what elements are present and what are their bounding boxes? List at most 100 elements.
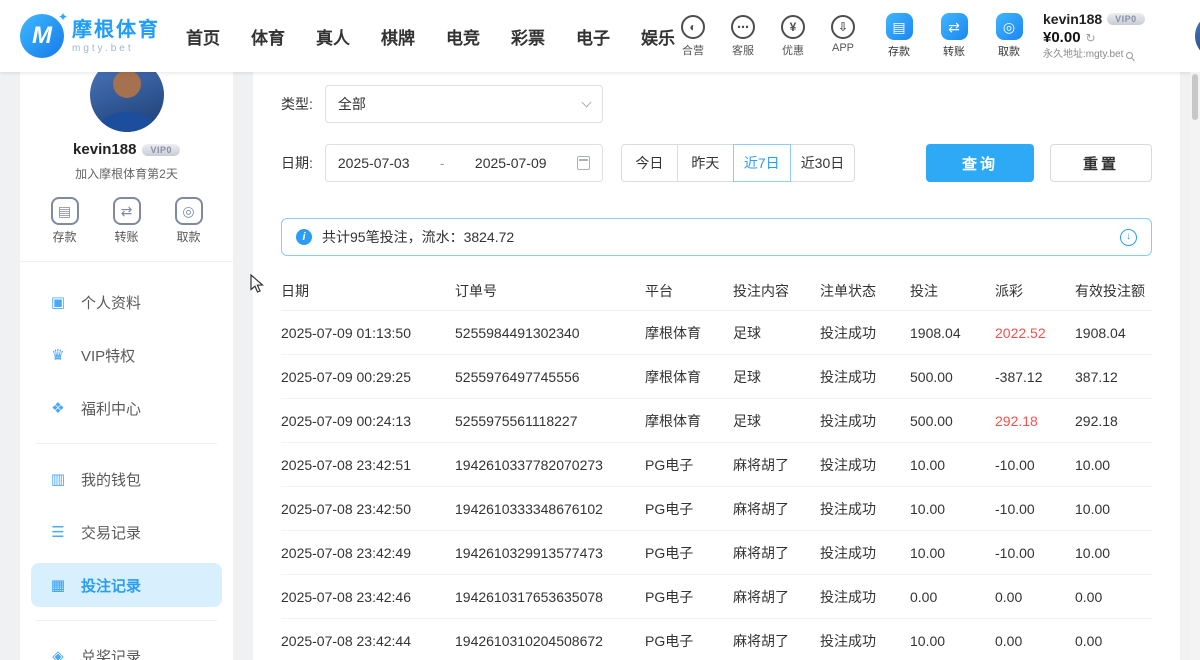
nav-item-8[interactable]: 娱乐 — [641, 24, 675, 49]
vip-badge: VIP0 — [1107, 13, 1145, 26]
reset-button[interactable]: 重置 — [1050, 144, 1152, 182]
nav-item-7[interactable]: 电子 — [576, 24, 610, 49]
vip-icon: ♛ — [48, 348, 68, 363]
prize-icon: ◈ — [48, 649, 68, 660]
type-filter-row: 类型: 全部 — [281, 85, 1152, 123]
sidebar-item-profile[interactable]: ▣个人资料 — [31, 280, 222, 324]
type-select-value: 全部 — [338, 94, 366, 114]
nav-item-5[interactable]: 电竞 — [446, 24, 480, 49]
balance-line: ¥0.00 ↻ — [1043, 29, 1185, 47]
main-panel: 类型: 全部 日期: 2025-07-03 - 2025-07-09 今日昨天近… — [253, 72, 1180, 660]
refresh-balance-icon[interactable]: ↻ — [1086, 31, 1096, 45]
sidebar-wallet-actions: ▤存款 ⇄转账 ◎取款 — [20, 197, 233, 262]
info-icon: i — [296, 229, 312, 245]
table-row: 2025-07-08 23:42:511942610337782070273PG… — [281, 443, 1152, 487]
app-icon: ⇩ — [831, 15, 855, 39]
sidebar-item-vip[interactable]: ♛VIP特权 — [31, 333, 222, 377]
deposit-icon: ▤ — [51, 197, 79, 225]
quick-links: ◐合营 ⋯客服 ¥优惠 ⇩APP — [675, 15, 861, 58]
nav-item-6[interactable]: 彩票 — [511, 24, 545, 49]
nav-item-1[interactable]: 首页 — [186, 24, 220, 49]
calendar-icon — [577, 156, 590, 170]
sidebar: kevin188 VIP0 加入摩根体育第2天 ▤存款⇄转账◎取款 ▣个人资料♛… — [20, 72, 233, 660]
header-action-deposit[interactable]: ▤存款 — [881, 13, 917, 59]
logo-title: 摩根体育 — [72, 19, 160, 41]
permanent-address: 永久地址:mgty.bet — [1043, 49, 1123, 61]
table-header: 日期订单号平台投注内容注单状态投注派彩有效投注额 — [281, 271, 1152, 311]
date-end: 2025-07-09 — [475, 155, 547, 171]
main-nav: 首页 体育 真人 棋牌 电竞 彩票 电子 娱乐 — [186, 24, 675, 49]
magnifier-icon[interactable] — [1126, 52, 1133, 59]
menu-divider — [36, 620, 217, 621]
sidebar-menu: ▣个人资料 ♛VIP特权 ❖福利中心 ▥我的钱包 ☰交易记录 ▦投注记录 ◈兑奖记录 — [20, 280, 233, 660]
welfare-icon: ❖ — [48, 401, 68, 416]
sidebar-action-withdraw[interactable]: ◎取款 — [171, 197, 207, 245]
header-link-service[interactable]: ⋯客服 — [725, 15, 761, 58]
withdraw-icon: ◎ — [996, 13, 1023, 40]
sidebar-item-transactions[interactable]: ☰交易记录 — [31, 510, 222, 554]
chevron-down-icon — [581, 97, 591, 107]
menu-divider — [36, 443, 217, 444]
scrollbar[interactable] — [1190, 72, 1200, 660]
user-line: kevin188 VIP0 — [1043, 11, 1185, 28]
header-link-app[interactable]: ⇩APP — [825, 15, 861, 58]
sidebar-vip-badge: VIP0 — [142, 144, 180, 156]
partner-icon: ◐ — [681, 15, 705, 39]
expand-icon[interactable]: ↓ — [1120, 229, 1137, 246]
nav-item-3[interactable]: 真人 — [316, 24, 350, 49]
header-action-withdraw[interactable]: ◎取款 — [991, 13, 1027, 59]
quick-date-group: 今日昨天近7日近30日 — [621, 144, 855, 182]
logo-subtitle: mgty.bet — [72, 43, 160, 54]
user-avatar[interactable] — [1195, 13, 1200, 59]
date-start: 2025-07-03 — [338, 155, 410, 171]
sidebar-item-prize[interactable]: ◈兑奖记录 — [31, 634, 222, 660]
date-separator: - — [440, 155, 445, 171]
nav-item-4[interactable]: 棋牌 — [381, 24, 415, 49]
service-icon: ⋯ — [731, 15, 755, 39]
table-row: 2025-07-08 23:42:461942610317653635078PG… — [281, 575, 1152, 619]
wallet-icon: ▥ — [48, 472, 68, 487]
balance: ¥0.00 — [1043, 29, 1081, 47]
sidebar-item-welfare[interactable]: ❖福利中心 — [31, 386, 222, 430]
deposit-icon: ▤ — [886, 13, 913, 40]
date-range-picker[interactable]: 2025-07-03 - 2025-07-09 — [325, 144, 603, 182]
table-row: 2025-07-08 23:42:491942610329913577473PG… — [281, 531, 1152, 575]
header-link-promo[interactable]: ¥优惠 — [775, 15, 811, 58]
search-button[interactable]: 查询 — [926, 144, 1034, 182]
sidebar-username: kevin188 — [73, 141, 136, 158]
screen: M✦ 摩根体育 mgty.bet 首页 体育 真人 棋牌 电竞 彩票 电子 娱乐 ◐合营 ⋯客服… — [0, 0, 1200, 660]
star-icon: ✦ — [58, 10, 68, 24]
sidebar-action-transfer[interactable]: ⇄转账 — [109, 197, 145, 245]
sidebar-action-deposit[interactable]: ▤存款 — [47, 197, 83, 245]
quick-date-4[interactable]: 近30日 — [790, 144, 856, 182]
logo[interactable]: M✦ 摩根体育 mgty.bet — [20, 14, 160, 58]
table-row: 2025-07-09 01:13:505255984491302340摩根体育足… — [281, 311, 1152, 355]
username: kevin188 — [1043, 11, 1102, 28]
quick-date-3[interactable]: 近7日 — [733, 144, 791, 182]
bet-records-table: 日期订单号平台投注内容注单状态投注派彩有效投注额 2025-07-09 01:1… — [281, 271, 1152, 660]
sidebar-user-row: kevin188 VIP0 — [20, 141, 233, 158]
header-link-partner[interactable]: ◐合营 — [675, 15, 711, 58]
type-select[interactable]: 全部 — [325, 85, 603, 123]
header-action-transfer[interactable]: ⇄转账 — [936, 13, 972, 59]
quick-date-2[interactable]: 昨天 — [677, 144, 734, 182]
table-row: 2025-07-08 23:42:441942610310204508672PG… — [281, 619, 1152, 660]
transactions-icon: ☰ — [48, 525, 68, 540]
table-row: 2025-07-09 00:24:135255975561118227摩根体育足… — [281, 399, 1152, 443]
table-row: 2025-07-08 23:42:501942610333348676102PG… — [281, 487, 1152, 531]
scrollbar-thumb[interactable] — [1192, 74, 1198, 120]
profile-icon: ▣ — [48, 295, 68, 310]
withdraw-icon: ◎ — [175, 197, 203, 225]
quick-date-1[interactable]: 今日 — [621, 144, 678, 182]
header: M✦ 摩根体育 mgty.bet 首页 体育 真人 棋牌 电竞 彩票 电子 娱乐 ◐合营 ⋯客服… — [0, 0, 1200, 72]
address-line: 永久地址:mgty.bet — [1043, 49, 1185, 61]
sidebar-item-wallet[interactable]: ▥我的钱包 — [31, 457, 222, 501]
promo-icon: ¥ — [781, 15, 805, 39]
logo-text: 摩根体育 mgty.bet — [72, 19, 160, 54]
summary-text: 共计95笔投注，流水：3824.72 — [322, 227, 514, 247]
transfer-icon: ⇄ — [113, 197, 141, 225]
summary-banner: i 共计95笔投注，流水：3824.72 ↓ — [281, 218, 1152, 256]
sidebar-item-bet-records[interactable]: ▦投注记录 — [31, 563, 222, 607]
type-label: 类型: — [281, 94, 313, 114]
nav-item-2[interactable]: 体育 — [251, 24, 285, 49]
